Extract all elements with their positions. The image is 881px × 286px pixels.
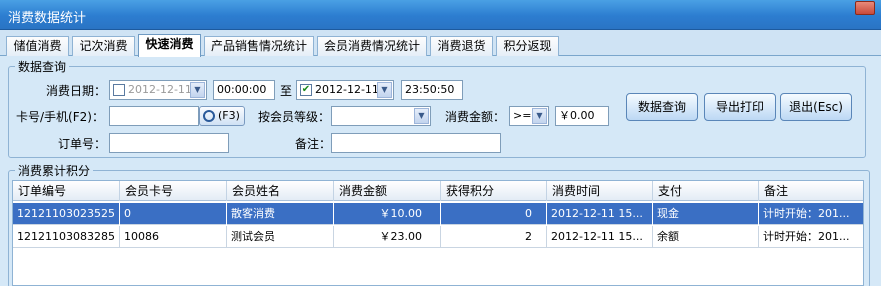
end-date-checkbox[interactable]: ✔ — [300, 84, 312, 96]
cell-member-name: 散客消费 — [227, 203, 334, 225]
table-row[interactable]: 12121103083285 10086 测试会员 ￥23.00 2 2012-… — [13, 226, 863, 248]
member-search-button[interactable]: (F3) — [199, 106, 245, 126]
window-title: 消费数据统计 — [8, 11, 87, 26]
tab-member-consume[interactable]: 会员消费情况统计 — [317, 36, 427, 56]
cell-time: 2012-12-11 15... — [547, 203, 653, 225]
end-time-input[interactable]: 23:50:50 — [401, 80, 463, 100]
cell-card-no: 0 — [120, 203, 227, 225]
remark-input[interactable] — [331, 133, 501, 153]
cell-amount: ￥10.00 — [334, 203, 441, 225]
amount-input[interactable]: ￥0.00 — [555, 106, 609, 126]
col-member-name[interactable]: 会员姓名 — [227, 181, 334, 201]
card-input[interactable] — [109, 106, 199, 126]
chevron-down-icon[interactable]: ▼ — [190, 82, 205, 98]
table-header: 订单编号 会员卡号 会员姓名 消费金额 获得积分 消费时间 支付 备注 — [13, 181, 863, 201]
exit-button[interactable]: 退出(Esc) — [780, 93, 852, 121]
amount-operator-select[interactable]: >= ▼ — [509, 106, 549, 126]
start-time-input[interactable]: 00:00:00 — [213, 80, 275, 100]
tab-product-sales[interactable]: 产品销售情况统计 — [204, 36, 314, 56]
start-date-checkbox[interactable] — [113, 84, 125, 96]
cell-time: 2012-12-11 15... — [547, 226, 653, 248]
result-legend: 消费累计积分 — [18, 164, 91, 178]
start-date-picker[interactable]: 2012-12-11 ▼ — [109, 80, 207, 100]
title-bar: 消费数据统计 — [0, 0, 881, 30]
col-payment[interactable]: 支付 — [653, 181, 759, 201]
export-print-button[interactable]: 导出打印 — [704, 93, 776, 121]
cell-order-no: 12121103083285 — [13, 226, 120, 248]
to-label: 至 — [280, 84, 293, 98]
member-level-select[interactable]: ▼ — [331, 106, 431, 126]
chevron-down-icon[interactable]: ▼ — [377, 82, 392, 98]
cell-payment: 余额 — [653, 226, 759, 248]
query-legend: 数据查询 — [18, 60, 67, 74]
chevron-down-icon[interactable]: ▼ — [414, 108, 429, 124]
col-order-no[interactable]: 订单编号 — [13, 181, 120, 201]
chevron-down-icon[interactable]: ▼ — [532, 108, 547, 124]
remark-label: 备注： — [295, 137, 332, 151]
cell-amount: ￥23.00 — [334, 226, 441, 248]
col-amount[interactable]: 消费金额 — [334, 181, 441, 201]
card-label: 卡号/手机(F2)： — [16, 110, 104, 124]
start-date-value: 2012-12-11 — [128, 83, 192, 96]
amount-operator-value: >= — [513, 109, 532, 122]
tab-stored-value[interactable]: 储值消费 — [6, 36, 69, 56]
tab-return[interactable]: 消费退货 — [430, 36, 493, 56]
cell-payment: 现金 — [653, 203, 759, 225]
col-card-no[interactable]: 会员卡号 — [120, 181, 227, 201]
end-date-value: 2012-12-11 — [315, 83, 379, 96]
tab-quick-consume[interactable]: 快速消费 — [138, 34, 201, 57]
amount-label: 消费金额： — [445, 110, 506, 124]
col-time[interactable]: 消费时间 — [547, 181, 653, 201]
close-button[interactable] — [855, 1, 875, 15]
cell-card-no: 10086 — [120, 226, 227, 248]
search-icon — [203, 110, 215, 122]
col-points[interactable]: 获得积分 — [441, 181, 547, 201]
tab-points-cashback[interactable]: 积分返现 — [496, 36, 559, 56]
table-row[interactable]: 12121103023525 0 散客消费 ￥10.00 0 2012-12-1… — [13, 203, 863, 225]
tab-count-consume[interactable]: 记次消费 — [72, 36, 135, 56]
end-date-picker[interactable]: ✔ 2012-12-11 ▼ — [296, 80, 394, 100]
cell-points: 0 — [441, 203, 547, 225]
cell-remark: 计时开始：201... — [759, 203, 863, 225]
query-button[interactable]: 数据查询 — [626, 93, 698, 121]
col-remark[interactable]: 备注 — [759, 181, 863, 201]
level-label: 按会员等级： — [258, 110, 331, 124]
order-input[interactable] — [109, 133, 229, 153]
main-content: 数据查询 消费日期： 2012-12-11 ▼ 00:00:00 至 ✔ 201… — [0, 56, 881, 286]
tab-strip: 储值消费 记次消费 快速消费 产品销售情况统计 会员消费情况统计 消费退货 积分… — [0, 30, 881, 57]
cell-order-no: 12121103023525 — [13, 203, 120, 225]
order-label: 订单号： — [58, 137, 107, 151]
result-table[interactable]: 订单编号 会员卡号 会员姓名 消费金额 获得积分 消费时间 支付 备注 1212… — [12, 180, 864, 286]
date-label: 消费日期： — [46, 84, 107, 98]
f3-label: (F3) — [218, 109, 240, 122]
cell-member-name: 测试会员 — [227, 226, 334, 248]
cell-points: 2 — [441, 226, 547, 248]
cell-remark: 计时开始：201... — [759, 226, 863, 248]
